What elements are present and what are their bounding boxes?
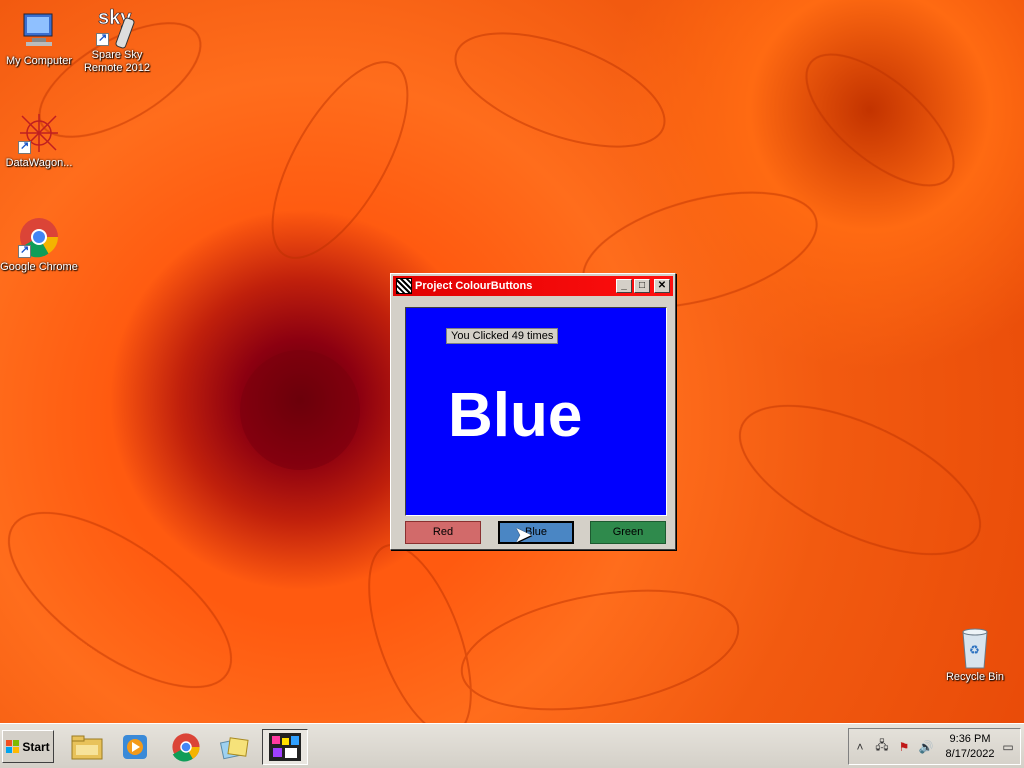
red-button[interactable]: Red xyxy=(405,521,481,544)
blue-button[interactable]: Blue xyxy=(498,521,574,544)
minimize-button[interactable]: _ xyxy=(616,279,632,293)
clock[interactable]: 9:36 PM 8/17/2022 xyxy=(941,732,999,762)
chrome-icon[interactable] xyxy=(163,729,209,765)
shortcut-arrow-icon xyxy=(18,139,31,154)
mouse-pointer-icon: ➤ xyxy=(514,522,533,547)
desktop-icon-label: Spare Sky Remote 2012 xyxy=(83,49,151,74)
desktop-icon-label: Google Chrome xyxy=(0,261,78,273)
app-icon xyxy=(396,278,412,294)
desktop-icon-my-computer[interactable]: My Computer xyxy=(0,10,78,68)
show-desktop-icon[interactable]: ▭ xyxy=(999,740,1017,754)
sky-remote-icon: sky xyxy=(96,4,138,49)
desktop-icon-datawagon[interactable]: DataWagon... xyxy=(0,112,78,170)
svg-text:♻: ♻ xyxy=(969,643,980,657)
desktop-icon-label: DataWagon... xyxy=(5,157,73,169)
window-titlebar[interactable]: Project ColourButtons _ □ ✕ xyxy=(393,276,673,296)
window-title: Project ColourButtons xyxy=(415,280,533,292)
recycle-bin-icon: ♻ xyxy=(954,626,996,669)
folders-icon[interactable] xyxy=(212,729,258,765)
desktop-icon-sky-remote[interactable]: sky Spare Sky Remote 2012 xyxy=(78,4,156,75)
network-icon[interactable]: 🖧 xyxy=(871,736,893,757)
windows-flag-icon xyxy=(6,740,20,753)
start-button[interactable]: Start xyxy=(2,730,54,763)
clock-time: 9:36 PM xyxy=(949,732,991,745)
media-player-icon[interactable] xyxy=(112,729,158,765)
system-tray: ˄ 🖧 ⚑ 🔊 9:36 PM 8/17/2022 ▭ xyxy=(848,728,1021,765)
colourbuttons-app-icon[interactable] xyxy=(262,729,308,765)
show-hidden-icons-button[interactable]: ˄ xyxy=(849,740,871,754)
start-label: Start xyxy=(22,739,50,754)
desktop-icon-label: Recycle Bin xyxy=(945,671,1005,683)
chrome-icon xyxy=(18,216,60,258)
colour-display-panel: You Clicked 49 times Blue xyxy=(405,307,667,516)
action-center-icon[interactable]: ⚑ xyxy=(893,740,915,754)
desktop-icon-google-chrome[interactable]: Google Chrome xyxy=(0,216,78,274)
file-explorer-icon[interactable] xyxy=(64,729,110,765)
colourbuttons-window[interactable]: Project ColourButtons _ □ ✕ You Clicked … xyxy=(390,273,676,550)
computer-icon xyxy=(18,10,60,52)
click-counter-label: You Clicked 49 times xyxy=(446,328,559,344)
colour-name-text: Blue xyxy=(448,381,583,450)
taskbar: Start ˄ 🖧 ⚑ 🔊 9:36 PM 8/17/2022 ▭ xyxy=(0,723,1024,768)
close-button[interactable]: ✕ xyxy=(654,279,670,293)
clock-date: 8/17/2022 xyxy=(945,747,995,760)
volume-icon[interactable]: 🔊 xyxy=(915,740,937,754)
desktop-icon-label: My Computer xyxy=(5,55,73,67)
desktop-icon-recycle-bin[interactable]: ♻ Recycle Bin xyxy=(936,626,1014,684)
shortcut-arrow-icon xyxy=(18,243,31,258)
maximize-button[interactable]: □ xyxy=(634,279,650,293)
shortcut-arrow-icon xyxy=(96,31,109,46)
datawagon-icon xyxy=(18,112,60,154)
green-button[interactable]: Green xyxy=(590,521,666,544)
